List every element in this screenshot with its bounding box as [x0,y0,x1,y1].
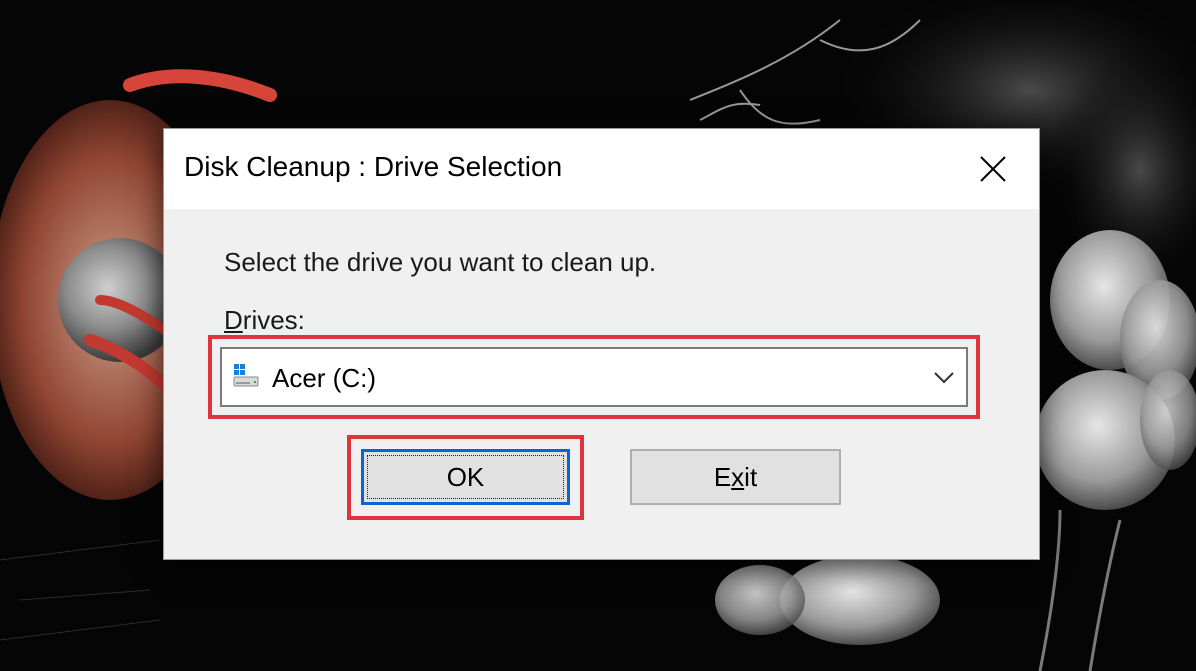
dialog-body: Select the drive you want to clean up. D… [164,209,1039,559]
drive-select-value: Acer (C:) [272,363,376,393]
drives-label: Drives: [224,305,305,336]
disk-cleanup-dialog: Disk Cleanup : Drive Selection Select th… [163,128,1040,560]
exit-label-start: E [713,461,732,492]
instruction-text: Select the drive you want to clean up. [224,247,657,277]
title-bar[interactable]: Disk Cleanup : Drive Selection [164,129,1039,209]
drives-accesskey: D [224,305,243,335]
drive-select[interactable]: Acer (C:) [220,347,968,407]
exit-label-end: it [744,461,758,492]
close-icon [980,156,1006,182]
drives-label-rest: rives: [242,305,305,335]
exit-button[interactable]: Exit [630,449,841,505]
exit-accesskey: x [731,461,745,492]
focus-rectangle [367,455,564,499]
dialog-title: Disk Cleanup : Drive Selection [184,151,563,182]
ok-button[interactable]: OK [361,449,570,505]
close-button[interactable] [947,129,1039,209]
drive-icon [232,362,262,392]
chevron-down-icon[interactable] [932,367,956,387]
exit-button-label: Exit [714,462,757,493]
